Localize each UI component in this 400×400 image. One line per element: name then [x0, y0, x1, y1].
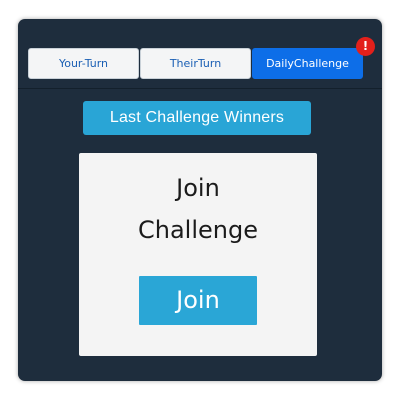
- join-challenge-card: Join Challenge Join: [79, 153, 317, 356]
- card-title-line-2: Challenge: [138, 216, 258, 244]
- game-panel: Your-Turn TheirTurn DailyChallenge ! Las…: [18, 19, 382, 381]
- tab-their-turn[interactable]: TheirTurn: [140, 48, 251, 79]
- join-button[interactable]: Join: [139, 276, 257, 325]
- tab-bar: Your-Turn TheirTurn DailyChallenge: [18, 19, 382, 89]
- last-challenge-winners-button[interactable]: Last Challenge Winners: [83, 101, 311, 135]
- card-title: Join Challenge: [79, 167, 317, 251]
- tab-your-turn[interactable]: Your-Turn: [28, 48, 139, 79]
- alert-badge-icon: !: [356, 37, 375, 56]
- tab-daily-challenge[interactable]: DailyChallenge: [252, 48, 363, 79]
- card-title-line-1: Join: [176, 174, 220, 202]
